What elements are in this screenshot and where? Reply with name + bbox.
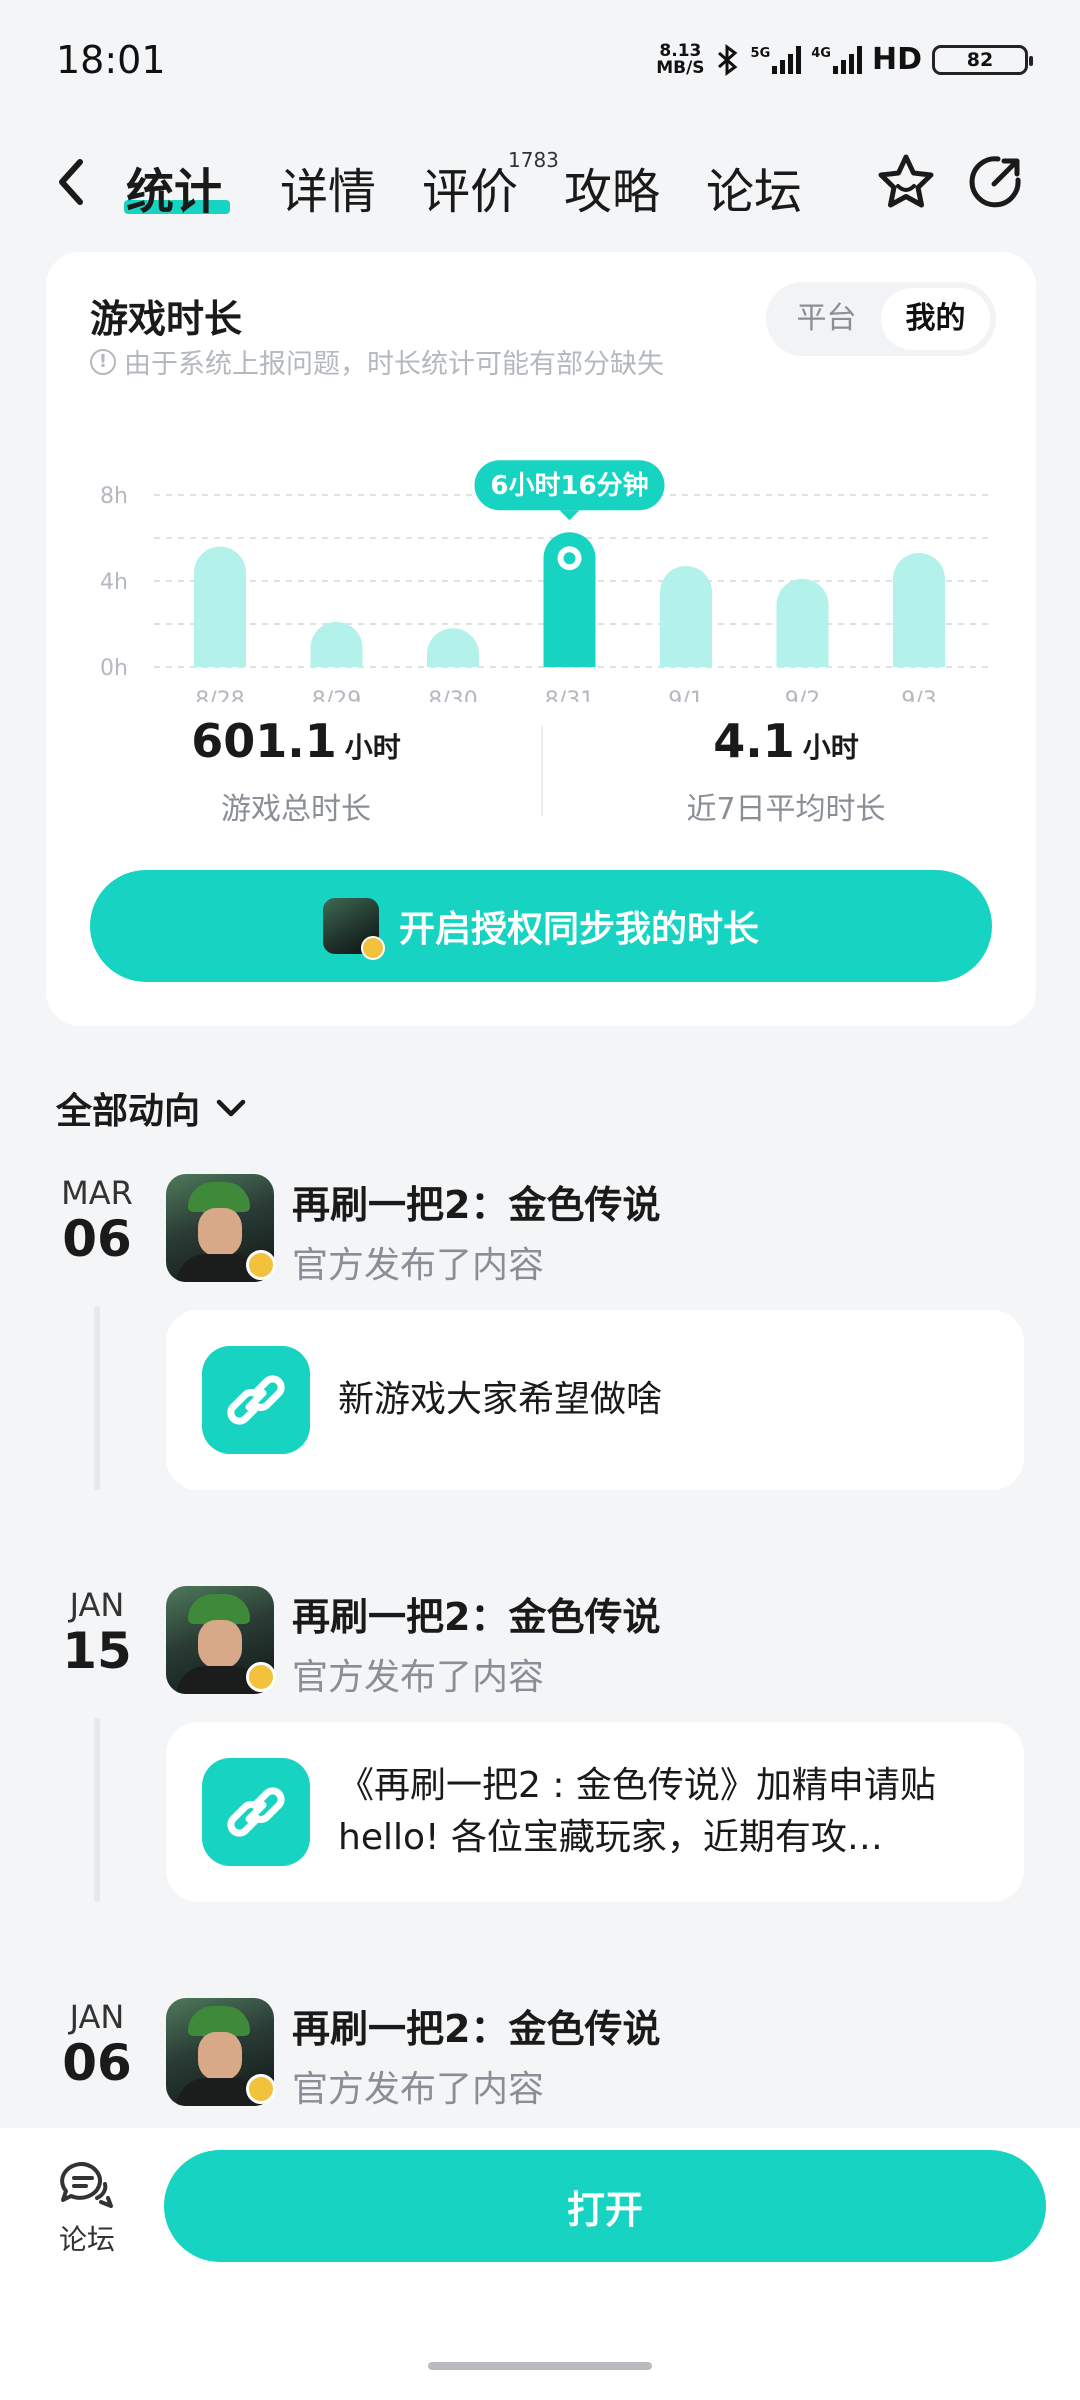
chevron-down-icon xyxy=(216,1099,246,1117)
official-medal-icon xyxy=(246,1662,276,1692)
avg-playtime-label: 近7日平均时长 xyxy=(686,792,886,827)
link-icon xyxy=(202,1346,310,1454)
chart-y-tick-label: 0h xyxy=(100,656,128,681)
status-icons: 8.13 MB/S 5G 4G HD 82 xyxy=(656,40,1033,78)
toggle-platform[interactable]: 平台 xyxy=(772,288,881,350)
open-game-button[interactable]: 打开 xyxy=(164,2150,1046,2262)
feed-item-title[interactable]: 再刷一把2：金色传说 xyxy=(292,1586,660,1641)
chart-bar xyxy=(776,578,829,667)
chart-x-tick-label: 9/3 xyxy=(901,688,936,702)
stats-divider xyxy=(541,726,543,816)
feed-post-card[interactable]: 《再刷一把2 : 金色传说》加精申请贴 hello! 各位宝藏玩家，近期有攻… xyxy=(166,1722,1024,1902)
feed-item-month: JAN xyxy=(69,1586,125,1624)
back-arrow-icon[interactable] xyxy=(52,154,92,210)
battery-indicator: 82 xyxy=(932,44,1033,75)
feed-item-title[interactable]: 再刷一把2：金色传说 xyxy=(292,1998,660,2053)
feed-item-day: 06 xyxy=(62,2034,132,2092)
chart-tooltip-arrow xyxy=(559,510,580,521)
feed-item-month: MAR xyxy=(61,1174,133,1212)
source-toggle[interactable]: 平台 我的 xyxy=(766,282,996,356)
feed-post-text: 《再刷一把2 : 金色传说》加精申请贴 hello! 各位宝藏玩家，近期有攻… xyxy=(338,1765,936,1858)
chart-bar xyxy=(893,553,945,667)
feed-filter[interactable]: 全部动向 xyxy=(56,1082,248,1134)
feed-item-day: 06 xyxy=(62,1210,132,1268)
official-medal-icon xyxy=(246,1250,276,1280)
chart-bar xyxy=(660,565,712,667)
chart-x-tick-label: 8/31 xyxy=(545,688,594,702)
timeline-line xyxy=(94,1718,100,1902)
chart-x-tick-label: 8/29 xyxy=(312,688,361,702)
forum-shortcut[interactable]: 论坛 xyxy=(44,2160,130,2258)
feed-item-subtitle: 官方发布了内容 xyxy=(292,1245,545,1286)
playtime-bar-chart: 8h 4h 0h 8/28 8/29 8/30 8/31 6小时16分钟 9/1 9/2 9/3 xyxy=(100,460,991,702)
chart-highlight-dot-core xyxy=(563,552,576,565)
chart-bar xyxy=(310,621,363,667)
feed-post-text: 新游戏大家希望做啥 xyxy=(338,1379,663,1420)
chart-y-tick-label: 4h xyxy=(100,570,128,595)
avg-playtime: 4.1 小时 xyxy=(713,714,859,768)
tab-stats[interactable]: 统计 xyxy=(126,152,222,222)
signal-4g-icon: 4G xyxy=(811,45,862,74)
info-icon: ! xyxy=(90,348,116,375)
chart-y-tick-label: 8h xyxy=(100,484,128,509)
signal-5g-icon: 5G xyxy=(751,45,802,74)
tab-reviews[interactable]: 评价 xyxy=(422,152,518,222)
tab-details[interactable]: 详情 xyxy=(280,152,376,222)
star-favorite-icon[interactable] xyxy=(874,150,938,214)
card-title: 游戏时长 xyxy=(90,297,243,341)
hd-indicator: HD xyxy=(871,42,922,77)
chart-x-tick-label: 8/28 xyxy=(195,688,244,702)
chart-x-tick-label: 9/1 xyxy=(668,688,703,702)
link-icon xyxy=(202,1758,310,1866)
status-time: 18:01 xyxy=(56,38,166,82)
timeline-line xyxy=(94,1306,100,1490)
official-medal-icon xyxy=(246,2074,276,2104)
total-playtime-label: 游戏总时长 xyxy=(221,792,371,827)
feed-item-subtitle: 官方发布了内容 xyxy=(292,1657,545,1698)
feed-post-card[interactable]: 新游戏大家希望做啥 xyxy=(166,1310,1024,1490)
chart-tooltip-label: 6小时16分钟 xyxy=(490,470,648,501)
chart-bar xyxy=(194,546,246,667)
toggle-mine[interactable]: 我的 xyxy=(881,288,990,350)
bluetooth-icon xyxy=(717,43,737,76)
tab-forum[interactable]: 论坛 xyxy=(706,152,802,222)
card-note: ! 由于系统上报问题，时长统计可能有部分缺失 xyxy=(90,342,664,381)
feed-item-subtitle: 官方发布了内容 xyxy=(292,2069,545,2110)
playtime-card: 游戏时长 ! 由于系统上报问题，时长统计可能有部分缺失 平台 我的 8h 4h 0h… xyxy=(46,252,1036,1026)
network-speed: 8.13 MB/S xyxy=(656,40,705,78)
feed-item-day: 15 xyxy=(62,1622,132,1680)
sync-playtime-button[interactable]: 开启授权同步我的时长 xyxy=(90,870,992,982)
total-playtime: 601.1 小时 xyxy=(191,714,401,768)
game-mini-avatar xyxy=(322,898,385,960)
tab-guides[interactable]: 攻略 xyxy=(564,152,660,222)
chart-bar xyxy=(427,628,479,667)
chart-x-tick-label: 8/30 xyxy=(428,688,477,702)
home-indicator[interactable] xyxy=(428,2362,652,2370)
chart-x-tick-label: 9/2 xyxy=(785,688,820,702)
forum-chat-icon xyxy=(60,2161,113,2208)
feed-item-month: JAN xyxy=(69,1998,125,2036)
share-icon[interactable] xyxy=(964,150,1028,214)
review-count-badge: 1783 xyxy=(508,148,559,172)
feed-item-title[interactable]: 再刷一把2：金色传说 xyxy=(292,1174,660,1229)
